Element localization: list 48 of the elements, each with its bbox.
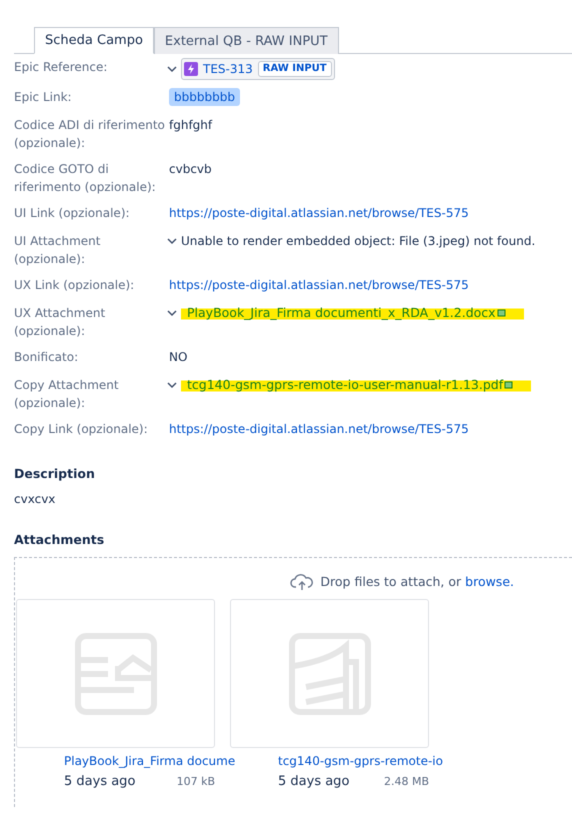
- upload-cloud-icon: [290, 571, 314, 591]
- field-label: Codice ADI di riferimento (opzionale):: [14, 117, 166, 152]
- field-label: Bonificato:: [14, 349, 80, 366]
- epic-link-lozenge[interactable]: bbbbbbbb: [169, 88, 240, 106]
- field-label: UX Link (opzionale):: [14, 277, 136, 294]
- drop-text: Drop files to attach, or browse.: [320, 574, 514, 588]
- status-badge: RAW INPUT: [258, 61, 332, 77]
- upload-date: 5 days ago: [64, 774, 136, 789]
- chevron-down-icon: [167, 64, 177, 74]
- field-value: NO: [169, 349, 188, 366]
- issue-tag[interactable]: TES-313 RAW INPUT: [181, 58, 335, 80]
- chevron-down-icon: [167, 236, 177, 246]
- document-icon: [288, 632, 372, 716]
- drop-zone[interactable]: Drop files to attach, or browse. PlayBook_Jira_Firma docume 5 days ago 107 kB tcg140-gsm-gprs-remote-io 5 days ago 2.48 MB: [14, 557, 572, 807]
- field-label: UI Link (opzionale):: [14, 205, 131, 222]
- chevron-down-icon: [167, 308, 177, 318]
- link[interactable]: https://poste-digital.atlassian.net/browse/TES-575: [169, 276, 469, 294]
- link[interactable]: https://poste-digital.atlassian.net/browse/TES-575: [169, 204, 469, 222]
- browse-link[interactable]: browse.: [465, 574, 514, 588]
- field-label: UX Attachment (opzionale):: [14, 305, 106, 340]
- field-value: fghfghf: [169, 117, 212, 134]
- tab[interactable]: Scheda Campo: [34, 27, 154, 54]
- field-label: Codice GOTO di riferimento (opzionale):: [14, 161, 157, 196]
- file-name[interactable]: PlayBook_Jira_Firma docume: [64, 753, 236, 769]
- file-name[interactable]: tcg140-gsm-gprs-remote-io: [278, 753, 443, 769]
- issue-key[interactable]: TES-313: [203, 60, 253, 78]
- field-label: Copy Attachment (opzionale):: [14, 377, 120, 412]
- link[interactable]: https://poste-digital.atlassian.net/browse/TES-575: [169, 420, 469, 438]
- error-message: Unable to render embedded object: File (3.jpeg) not found.: [181, 233, 536, 250]
- file-size: 2.48 MB: [384, 775, 429, 788]
- field-label: Copy Link (opzionale):: [14, 421, 149, 438]
- file-thumbnail[interactable]: [16, 599, 215, 748]
- section-heading: Attachments: [14, 532, 106, 547]
- file-icon: [496, 309, 506, 317]
- field-label: Epic Link:: [14, 89, 73, 106]
- upload-date: 5 days ago: [278, 774, 350, 789]
- section-heading: Description: [14, 466, 96, 481]
- field-label: UI Attachment (opzionale):: [14, 233, 102, 268]
- file-thumbnail[interactable]: [230, 599, 429, 748]
- file-icon: [504, 381, 514, 389]
- lightning-icon: [184, 62, 198, 76]
- chevron-down-icon: [167, 380, 177, 390]
- file-size: 107 kB: [176, 775, 215, 788]
- tab[interactable]: External QB - RAW INPUT: [154, 27, 339, 54]
- document-icon: [74, 632, 158, 716]
- field-value: cvbcvb: [169, 161, 212, 178]
- description-text: cvxcvx: [14, 492, 56, 506]
- field-label: Epic Reference:: [14, 59, 108, 76]
